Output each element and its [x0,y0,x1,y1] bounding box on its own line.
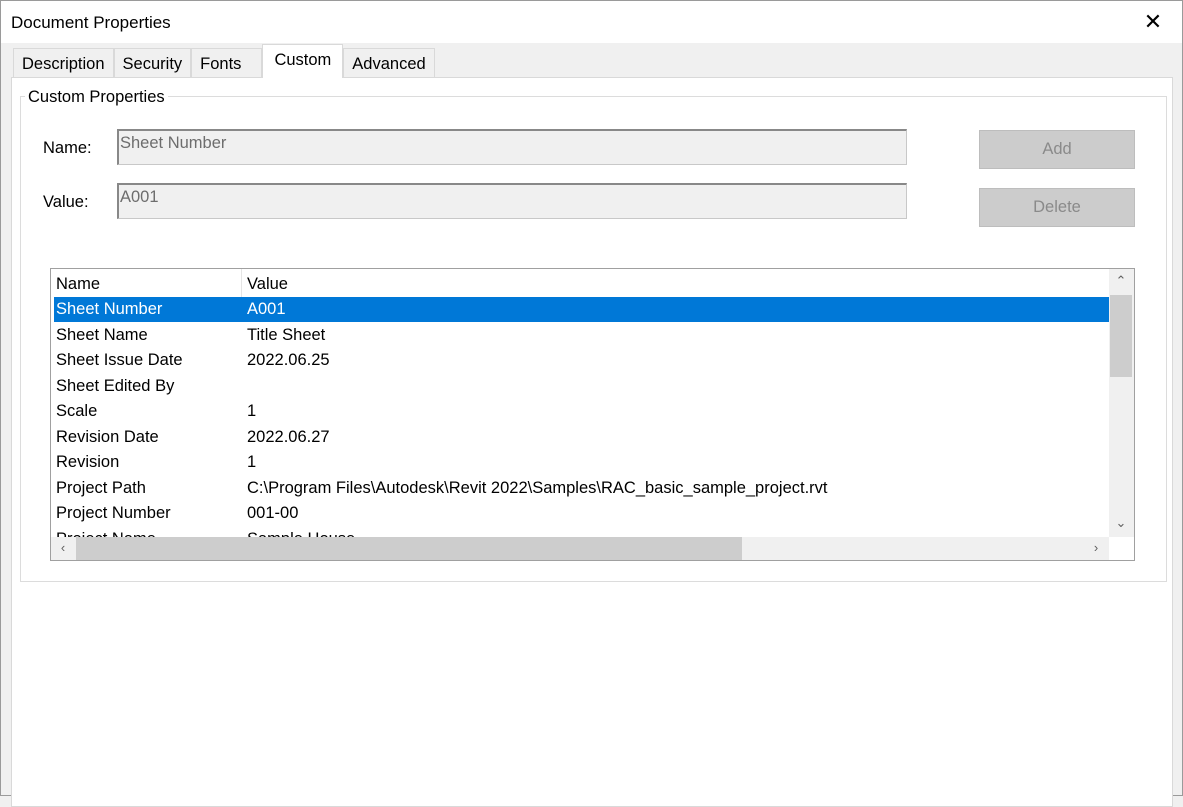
property-name: Project Number [56,504,171,522]
tab-strip: Description Security Fonts Custom Advanc… [13,44,435,78]
property-name: Sheet Edited By [56,376,175,395]
vertical-scrollbar[interactable]: ⌃ ⌄ [1109,269,1134,537]
tab-advanced[interactable]: Advanced [343,48,435,78]
property-value: C:\Program Files\Autodesk\Revit 2022\Sam… [247,478,828,497]
delete-button[interactable]: Delete [979,188,1135,227]
horizontal-scroll-thumb[interactable] [76,537,742,560]
property-value: 1 [247,402,257,420]
group-label: Custom Properties [25,88,168,107]
value-label: Value: [43,193,89,211]
list-row[interactable]: Revision 1 [54,450,1109,475]
list-row[interactable]: Sheet Number A001 [54,297,1109,322]
property-value: 2022.06.27 [247,427,330,446]
properties-list[interactable]: Name Value Sheet Number A001 Sheet Name Tit… [50,268,1135,561]
property-name: Sheet Number [56,300,163,318]
tab-custom[interactable]: Custom [262,44,344,78]
list-row[interactable]: Project Number 001-00 [54,501,1109,526]
tab-fonts[interactable]: Fonts [191,48,263,78]
list-row[interactable]: Scale 1 [54,399,1109,424]
list-row[interactable]: Sheet Name Title Sheet [54,323,1109,348]
property-name: Sheet Issue Date [56,351,183,369]
list-row[interactable]: Sheet Issue Date 2022.06.25 [54,348,1109,373]
column-header-name[interactable]: Name [56,275,100,294]
horizontal-scrollbar[interactable]: ‹ › [51,537,1109,560]
list-row[interactable]: Revision Date 2022.06.27 [54,425,1109,450]
list-row[interactable]: Sheet Edited By [54,374,1109,399]
title-bar: Document Properties ✕ [1,1,1182,43]
property-name: Revision [56,453,120,471]
custom-tab-panel: Custom Properties Name: Sheet Number Val… [11,77,1173,807]
column-header-value[interactable]: Value [247,275,288,294]
property-name: Revision Date [56,427,159,446]
tab-description[interactable]: Description [13,48,114,78]
document-properties-dialog: Document Properties ✕ Description Securi… [0,0,1183,807]
scroll-down-icon[interactable]: ⌄ [1110,515,1132,531]
add-button[interactable]: Add [979,130,1135,169]
property-value: A001 [247,300,286,318]
property-value: 2022.06.25 [247,351,330,369]
property-value: 1 [247,453,257,471]
list-row[interactable]: Project Path C:\Program Files\Autodesk\Re… [54,476,1109,501]
column-divider[interactable] [241,269,242,297]
scroll-right-icon[interactable]: › [1085,540,1107,555]
value-input[interactable]: A001 [117,183,907,219]
vertical-scroll-thumb[interactable] [1110,295,1132,377]
property-name: Scale [56,402,98,420]
scroll-left-icon[interactable]: ‹ [52,540,74,555]
property-value: 001-00 [247,504,299,522]
property-name: Project Path [56,478,146,497]
property-value: Title Sheet [247,325,326,344]
name-label: Name: [43,139,92,157]
name-input[interactable]: Sheet Number [117,129,907,165]
list-header: Name Value [51,269,1109,297]
tab-security[interactable]: Security [113,48,192,78]
close-icon[interactable]: ✕ [1138,7,1168,37]
property-name: Sheet Name [56,325,148,344]
custom-properties-group: Custom Properties Name: Sheet Number Val… [20,88,1167,582]
dialog-title: Document Properties [11,13,171,32]
scroll-up-icon[interactable]: ⌃ [1110,273,1132,289]
